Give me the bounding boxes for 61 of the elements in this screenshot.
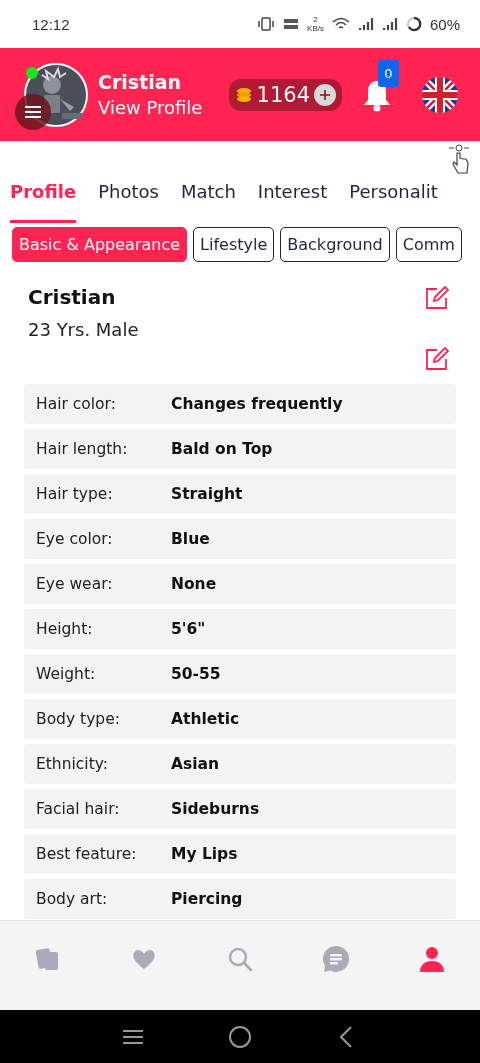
language-flag-button[interactable] [422,76,458,113]
detail-label: Best feature: [36,845,138,863]
edit-button[interactable] [424,285,450,311]
detail-label: Hair type: [36,485,114,503]
detail-value: None [171,575,217,593]
detail-value: Bald on Top [171,440,273,458]
detail-label: Body art: [36,890,109,908]
net-speed-unit: KB/s [307,24,324,33]
coin-balance[interactable]: 1164 [228,78,342,111]
edit-icon [424,346,450,372]
edit-icon [424,285,450,311]
notification-count: 0 [378,59,399,87]
profile-tab[interactable]: Profile [10,179,77,223]
detail-label: Hair length: [36,440,129,458]
detail-value: Athletic [171,710,240,728]
detail-label: Hair color: [36,395,117,413]
detail-label: Weight: [36,665,97,683]
coins-icon [234,85,253,104]
signal-icon [357,17,374,31]
signal-icon [381,17,398,31]
detail-value: Sideburns [171,800,260,818]
view-profile-link[interactable]: View Profile [98,97,203,118]
detail-value: 50-55 [171,665,221,683]
vibrate-icon [257,17,276,31]
profile-name: Cristian [28,285,116,309]
detail-value: 5'6" [171,620,206,638]
profile-tab[interactable]: Interest [257,179,328,223]
net-speed: 2 [313,15,318,24]
status-time: 12:12 [32,15,70,33]
detail-label: Eye wear: [36,575,114,593]
wifi-icon [331,17,350,31]
detail-label: Height: [36,620,94,638]
detail-value: Changes frequently [171,395,343,413]
category-chip[interactable]: Background [280,227,390,262]
detail-value: Straight [171,485,243,503]
detail-value: Asian [171,755,220,773]
user-name: Cristian [98,71,183,93]
detail-value: Blue [171,530,210,548]
menu-button[interactable] [15,93,51,130]
add-coins-button[interactable] [314,83,336,106]
category-chip[interactable]: Lifestyle [193,227,275,262]
detail-label: Facial hair: [36,800,121,818]
detail-value: My Lips [171,845,238,863]
profile-tab[interactable]: Photos [98,179,159,223]
detail-label: Ethnicity: [36,755,109,773]
detail-value: Piercing [171,890,243,908]
battery-icon [405,16,422,32]
plus-icon [319,88,331,101]
edit-button[interactable] [424,346,450,372]
profile-summary: 23 Yrs. Male [27,318,140,340]
detail-label: Eye color: [36,530,114,548]
home-button[interactable] [228,1024,252,1049]
battery-level: 60% [429,15,460,33]
profile-tab[interactable]: Match [180,179,236,223]
person-icon[interactable] [418,945,446,973]
category-chip[interactable]: Comm [395,227,462,262]
category-chip[interactable]: Basic & Appearance [12,227,188,262]
swipe-hint-icon [448,143,470,175]
profile-tab[interactable]: Personalit [349,179,438,223]
detail-label: Body type: [36,710,121,728]
menu-icon [24,104,42,119]
